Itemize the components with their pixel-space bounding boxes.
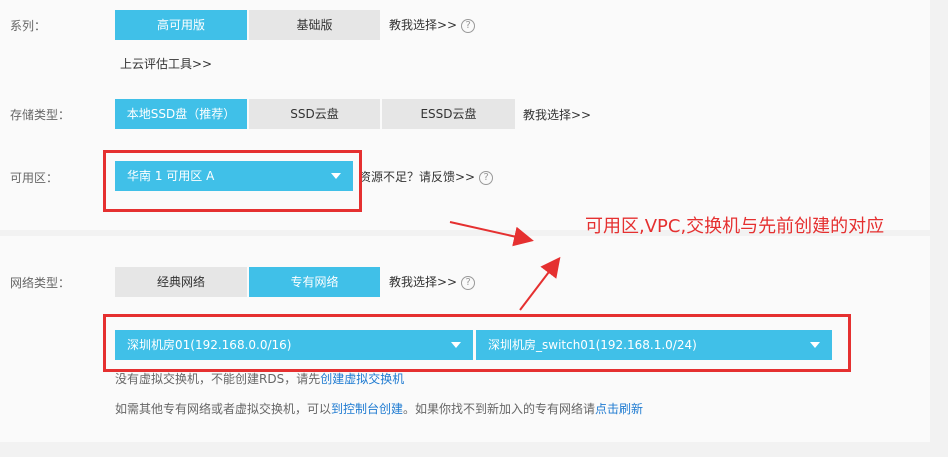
annotation-arrows	[449, 221, 561, 311]
vpc-switch-highlight-box	[103, 314, 851, 372]
console-create-link[interactable]: 到控制台创建	[331, 402, 403, 416]
arrow-to-network	[519, 256, 561, 311]
refresh-link[interactable]: 点击刷新	[595, 402, 643, 416]
no-switch-text: 没有虚拟交换机，不能创建RDS，请先	[115, 372, 321, 386]
network-help-link[interactable]: 教我选择>>	[389, 275, 457, 289]
network-help: 教我选择>>?	[389, 273, 476, 290]
network-option-vpc[interactable]: 专有网络	[249, 267, 381, 297]
network-label: 网络类型：	[10, 276, 71, 290]
network-hint: 如需其他专有网络或者虚拟交换机，可以到控制台创建。如果你找不到新加入的专有网络请…	[115, 400, 643, 417]
arrow-to-zone	[449, 221, 534, 247]
network-option-classic[interactable]: 经典网络	[115, 267, 248, 297]
no-switch-note: 没有虚拟交换机，不能创建RDS，请先创建虚拟交换机	[115, 370, 404, 387]
hint-prefix: 如需其他专有网络或者虚拟交换机，可以	[115, 402, 332, 416]
question-circle-icon[interactable]: ?	[461, 275, 476, 290]
hint-middle: 。如果你找不到新加入的专有网络请	[403, 402, 596, 416]
create-switch-link[interactable]: 创建虚拟交换机	[320, 372, 404, 386]
